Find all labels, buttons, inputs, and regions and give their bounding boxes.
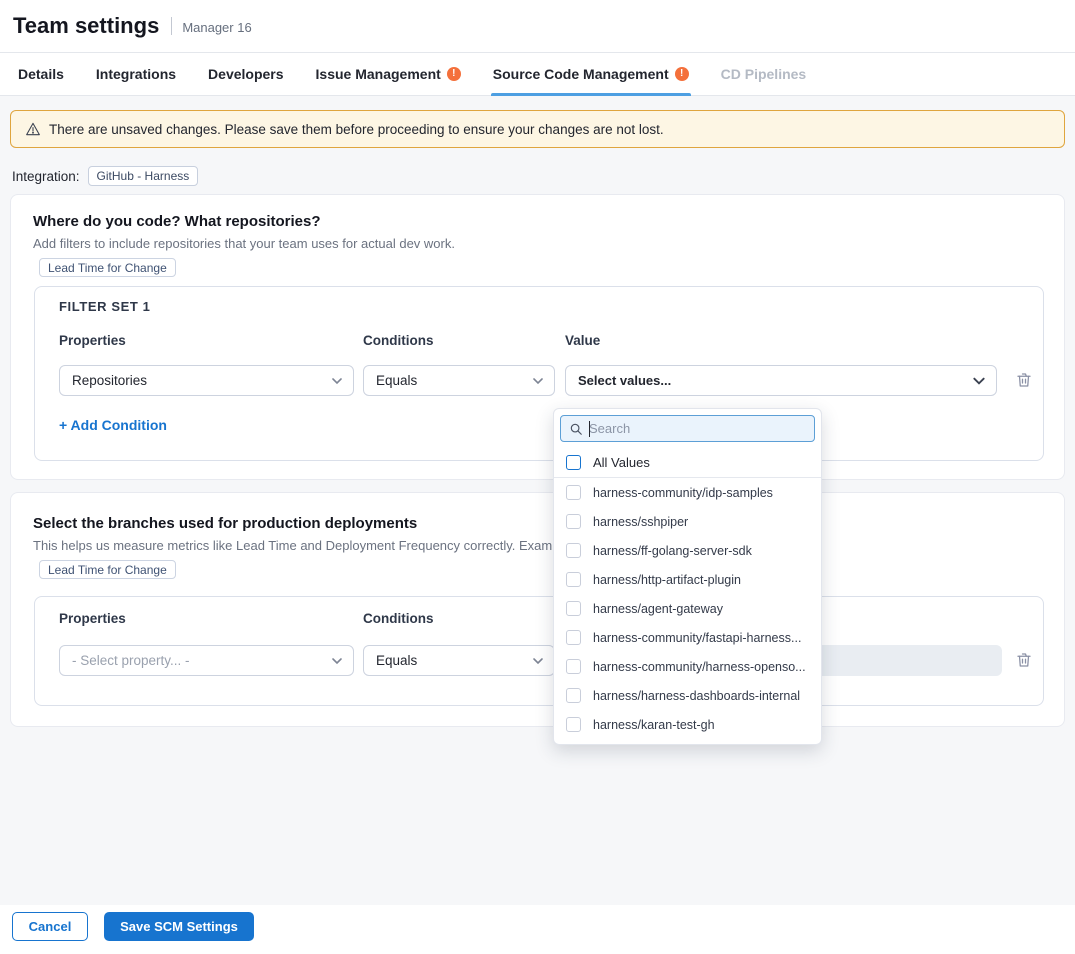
chevron-down-icon bbox=[532, 655, 544, 667]
trash-icon bbox=[1015, 371, 1033, 389]
integration-chip[interactable]: GitHub - Harness bbox=[88, 166, 199, 186]
banner-text: There are unsaved changes. Please save t… bbox=[49, 122, 664, 137]
condition-select[interactable]: Equals bbox=[363, 645, 555, 676]
trash-icon bbox=[1015, 651, 1033, 669]
condition-select[interactable]: Equals bbox=[363, 365, 555, 396]
lead-time-chip: Lead Time for Change bbox=[39, 560, 176, 579]
value-select[interactable]: Select values... bbox=[565, 365, 997, 396]
property-select[interactable]: Repositories bbox=[59, 365, 354, 396]
branches-filter-card: Properties Conditions - Select property.… bbox=[34, 596, 1044, 706]
repo-option[interactable]: harness-community/fastapi-harness... bbox=[554, 623, 821, 652]
conditions-header: Conditions bbox=[363, 333, 434, 348]
properties-header: Properties bbox=[59, 333, 126, 348]
repositories-section-card: Where do you code? What repositories? Ad… bbox=[10, 194, 1065, 480]
text-cursor bbox=[589, 421, 590, 437]
integration-row: Integration: GitHub - Harness bbox=[12, 166, 198, 186]
tab-issue-management[interactable]: Issue Management ! bbox=[316, 53, 461, 96]
lead-time-chip: Lead Time for Change bbox=[39, 258, 176, 277]
chevron-down-icon bbox=[331, 375, 343, 387]
all-values-option[interactable]: All Values bbox=[554, 448, 821, 478]
search-input[interactable] bbox=[589, 421, 806, 436]
integration-label: Integration: bbox=[12, 169, 80, 184]
section1-title: Where do you code? What repositories? bbox=[33, 213, 321, 230]
properties-header: Properties bbox=[59, 611, 126, 626]
checkbox-icon[interactable] bbox=[566, 717, 581, 732]
section2-subtitle: This helps us measure metrics like Lead … bbox=[33, 538, 588, 553]
search-icon bbox=[569, 422, 583, 436]
property-select[interactable]: - Select property... - bbox=[59, 645, 354, 676]
filter-set-1-title: FILTER SET 1 bbox=[59, 299, 150, 314]
repo-option[interactable]: harness/agent-gateway bbox=[554, 594, 821, 623]
checkbox-icon[interactable] bbox=[566, 572, 581, 587]
repo-option[interactable]: harness/http-artifact-plugin bbox=[554, 565, 821, 594]
alert-badge-icon: ! bbox=[447, 67, 461, 81]
repo-option[interactable]: harness-community/harness-openso... bbox=[554, 652, 821, 681]
checkbox-icon[interactable] bbox=[566, 455, 581, 470]
filter-set-1-card: FILTER SET 1 Properties Conditions Value… bbox=[34, 286, 1044, 461]
unsaved-changes-banner: There are unsaved changes. Please save t… bbox=[10, 110, 1065, 148]
delete-condition-button[interactable] bbox=[1015, 371, 1033, 389]
delete-condition-button[interactable] bbox=[1015, 651, 1033, 669]
dropdown-search bbox=[560, 415, 815, 442]
checkbox-icon[interactable] bbox=[566, 688, 581, 703]
save-scm-settings-button[interactable]: Save SCM Settings bbox=[104, 912, 254, 941]
repo-option[interactable]: harness/harness-dashboards-internal bbox=[554, 681, 821, 710]
checkbox-icon[interactable] bbox=[566, 601, 581, 616]
repo-option[interactable]: harness/sshpiper bbox=[554, 507, 821, 536]
repo-option[interactable]: harness/ff-golang-server-sdk bbox=[554, 536, 821, 565]
checkbox-icon[interactable] bbox=[566, 630, 581, 645]
repo-option[interactable]: harness-community/idp-samples bbox=[554, 478, 821, 507]
cancel-button[interactable]: Cancel bbox=[12, 912, 88, 941]
title-divider bbox=[171, 17, 172, 35]
value-header: Value bbox=[565, 333, 600, 348]
section1-subtitle: Add filters to include repositories that… bbox=[33, 236, 455, 251]
tab-details[interactable]: Details bbox=[18, 53, 64, 96]
chevron-down-icon bbox=[331, 655, 343, 667]
checkbox-icon[interactable] bbox=[566, 659, 581, 674]
tab-bar: Details Integrations Developers Issue Ma… bbox=[0, 53, 1075, 96]
repo-option[interactable]: harness/karan-test-gh bbox=[554, 710, 821, 739]
checkbox-icon[interactable] bbox=[566, 485, 581, 500]
section2-title: Select the branches used for production … bbox=[33, 515, 417, 532]
tab-cd-pipelines: CD Pipelines bbox=[721, 53, 807, 96]
add-condition-button[interactable]: + Add Condition bbox=[59, 417, 167, 433]
checkbox-icon[interactable] bbox=[566, 514, 581, 529]
warning-triangle-icon bbox=[25, 121, 41, 137]
page-header: Team settings Manager 16 bbox=[0, 0, 1075, 53]
team-settings-page: Team settings Manager 16 Details Integra… bbox=[0, 0, 1075, 954]
branches-section-card: Select the branches used for production … bbox=[10, 492, 1065, 727]
repo-option-clipped[interactable]: harness/… bbox=[554, 739, 821, 745]
page-title: Team settings bbox=[13, 13, 159, 39]
tab-source-code-management[interactable]: Source Code Management ! bbox=[493, 53, 689, 96]
tab-developers[interactable]: Developers bbox=[208, 53, 283, 96]
footer-bar: Cancel Save SCM Settings bbox=[0, 905, 1075, 954]
chevron-down-icon bbox=[532, 375, 544, 387]
checkbox-icon[interactable] bbox=[566, 543, 581, 558]
alert-badge-icon: ! bbox=[675, 67, 689, 81]
page-subtitle: Manager 16 bbox=[182, 17, 251, 35]
conditions-header: Conditions bbox=[363, 611, 434, 626]
chevron-down-icon bbox=[972, 374, 986, 388]
tab-integrations[interactable]: Integrations bbox=[96, 53, 176, 96]
value-dropdown-panel: All Values harness-community/idp-samples… bbox=[553, 408, 822, 745]
